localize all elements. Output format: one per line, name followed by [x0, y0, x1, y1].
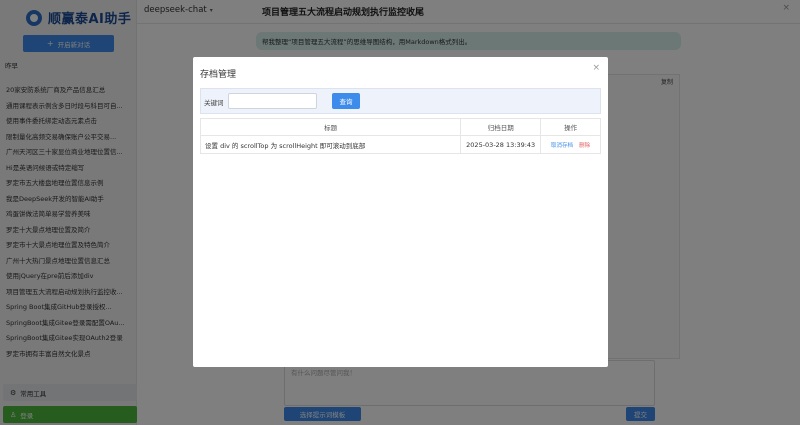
keyword-input[interactable] [228, 93, 317, 109]
search-bar: 关键词 查询 [200, 88, 601, 114]
unarchive-link[interactable]: 取消存档 [551, 143, 573, 149]
row-date: 2025-03-28 13:39:43 [460, 135, 542, 154]
archive-modal: 存档管理 × 关键词 查询 标题 归档日期 操作 设置 div 的 scroll… [193, 57, 608, 367]
archive-table: 标题 归档日期 操作 设置 div 的 scrollTop 为 scrollHe… [199, 118, 601, 154]
column-header-title: 标题 [199, 118, 462, 136]
delete-link[interactable]: 删除 [579, 143, 590, 149]
modal-title: 存档管理 [200, 70, 237, 80]
column-header-date: 归档日期 [460, 118, 542, 136]
row-actions: 取消存档 删除 [540, 135, 601, 154]
table-header: 标题 归档日期 操作 [199, 118, 601, 136]
query-button[interactable]: 查询 [332, 93, 360, 109]
close-icon[interactable]: × [592, 63, 600, 73]
table-row: 设置 div 的 scrollTop 为 scrollHeight 即可滚动到底… [199, 135, 601, 154]
row-title: 设置 div 的 scrollTop 为 scrollHeight 即可滚动到底… [199, 135, 462, 154]
column-header-ops: 操作 [540, 118, 601, 136]
keyword-label: 关键词 [204, 99, 224, 107]
